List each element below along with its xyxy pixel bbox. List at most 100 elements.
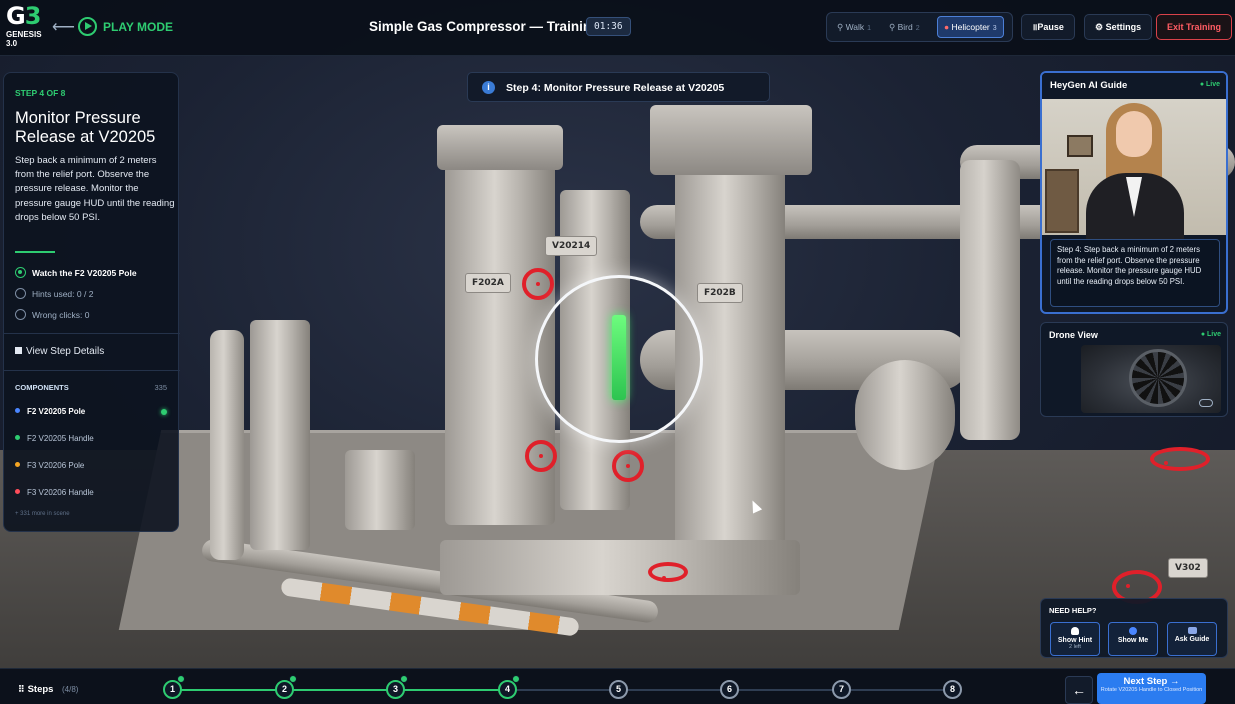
- ask-guide-label: Ask Guide: [1174, 636, 1210, 643]
- check-icon: [512, 675, 520, 683]
- show-hint-button[interactable]: Show Hint 2 left: [1050, 622, 1100, 656]
- step-node-8[interactable]: 8: [943, 680, 962, 699]
- ai-guide-video[interactable]: [1042, 99, 1226, 243]
- camera-walk-button[interactable]: ⚲ Walk 1: [831, 16, 877, 38]
- task-item: Watch the F2 V20205 Pole: [15, 267, 137, 278]
- steps-count: (4/8): [62, 685, 79, 694]
- step-banner-text: Step 4: Monitor Pressure Release at V202…: [506, 82, 725, 94]
- step-panel: STEP 4 OF 8 Monitor Pressure Release at …: [3, 72, 180, 532]
- step-node-7[interactable]: 7: [832, 680, 851, 699]
- vessel-flange: [650, 105, 812, 175]
- camera-bird-key: 2: [915, 25, 920, 32]
- steps-bar: ⠿ Steps (4/8) 1 2 3 4 5 6 7 8: [0, 668, 1235, 704]
- step-node-6[interactable]: 6: [720, 680, 739, 699]
- ai-guide-panel: HeyGen AI Guide ● Live Step 4: Step back…: [1040, 71, 1228, 314]
- logo-sub-version: 3.0: [6, 39, 18, 48]
- check-icon: [400, 675, 408, 683]
- valve-handle[interactable]: [522, 268, 554, 300]
- valve-handle[interactable]: [612, 450, 644, 482]
- wrong-clicks: Wrong clicks: 0: [15, 309, 89, 320]
- step-number: 5: [615, 684, 621, 694]
- settings-button[interactable]: ⚙ Settings: [1084, 14, 1153, 40]
- session-timer: 01:36: [586, 17, 631, 36]
- valve-handle[interactable]: [525, 440, 557, 472]
- step-node-3[interactable]: 3: [386, 675, 408, 699]
- lightbulb-icon: [1071, 627, 1079, 635]
- logo-letter: G: [6, 2, 26, 30]
- valve-handle[interactable]: [1150, 447, 1210, 471]
- help-panel: NEED HELP? Show Hint 2 left Show Me Ask …: [1040, 598, 1228, 658]
- divider: [15, 251, 55, 253]
- divider: [4, 370, 180, 371]
- step-node-2[interactable]: 2: [275, 675, 297, 699]
- component-item[interactable]: F2 V20205 Pole: [15, 407, 85, 416]
- check-icon: [289, 675, 297, 683]
- drone-view-panel: Drone View ● Live: [1040, 322, 1228, 417]
- ask-guide-button[interactable]: Ask Guide: [1167, 622, 1217, 656]
- scene-pipe: [210, 330, 244, 560]
- hints-used: Hints used: 0 / 2: [15, 288, 93, 299]
- genesis-logo: G3 GENESIS 3.0: [6, 2, 42, 48]
- logo-sub-genesis: GENESIS: [6, 30, 42, 39]
- hints-used-label: Hints used: 0 / 2: [32, 289, 94, 299]
- valve-handle[interactable]: [648, 562, 688, 582]
- component-item[interactable]: F3 V20206 Handle: [15, 488, 94, 497]
- drone-video[interactable]: [1081, 345, 1221, 413]
- step-number: 4: [504, 684, 510, 694]
- tag-f202b: F202B: [697, 283, 743, 303]
- gauge-box: [345, 450, 415, 530]
- scene-pipe: [960, 160, 1020, 440]
- camera-mode-group: ⚲ Walk 1 ⚲ Bird 2 ● Helicopter 3: [826, 12, 1013, 42]
- pause-button[interactable]: ॥Pause: [1021, 14, 1075, 40]
- component-dot-icon: [15, 489, 20, 494]
- step-description: Step back a minimum of 2 meters from the…: [15, 155, 175, 223]
- back-arrow-icon[interactable]: ⟵: [52, 17, 75, 37]
- steps-label: ⠿ Steps: [18, 684, 53, 695]
- live-badge: ● Live: [1199, 81, 1220, 88]
- step-node-4[interactable]: 4: [498, 675, 520, 699]
- camera-helicopter-button[interactable]: ● Helicopter 3: [937, 16, 1004, 38]
- helicopter-icon: ●: [944, 22, 952, 32]
- eye-icon: [1129, 627, 1137, 635]
- next-step-label: Next Step →: [1123, 676, 1180, 687]
- previous-step-button[interactable]: ←: [1065, 676, 1093, 704]
- mode-label: PLAY MODE: [103, 20, 174, 34]
- scene-frame: [250, 320, 310, 550]
- details-icon: [15, 347, 22, 354]
- step-title: Monitor Pressure Release at V20205: [15, 109, 156, 146]
- top-bar: G3 GENESIS 3.0 ⟵ PLAY MODE Simple Gas Co…: [0, 0, 1235, 56]
- view-step-details-button[interactable]: View Step Details: [15, 346, 104, 357]
- pause-label: Pause: [1037, 22, 1064, 32]
- wrong-clicks-label: Wrong clicks: 0: [32, 310, 90, 320]
- radio-icon: [15, 288, 26, 299]
- exit-training-button[interactable]: Exit Training: [1156, 14, 1233, 40]
- show-me-button[interactable]: Show Me: [1108, 622, 1158, 656]
- component-item[interactable]: F3 V20206 Pole: [15, 461, 84, 470]
- camera-bird-button[interactable]: ⚲ Bird 2: [883, 16, 926, 38]
- component-dot-icon: [15, 435, 20, 440]
- chat-icon: [1187, 627, 1197, 634]
- component-label: F3 V20206 Handle: [27, 488, 94, 497]
- component-status-icon: [161, 409, 167, 415]
- step-banner: i Step 4: Monitor Pressure Release at V2…: [467, 72, 770, 102]
- view-step-details-label: View Step Details: [26, 346, 105, 357]
- next-step-button[interactable]: Next Step → Rotate V20205 Handle to Clos…: [1097, 673, 1206, 704]
- step-number: 8: [949, 684, 955, 694]
- fan-image: [1129, 349, 1187, 407]
- camera-walk-label: Walk: [845, 22, 865, 32]
- component-item[interactable]: F2 V20205 Handle: [15, 434, 94, 443]
- focus-ring: [535, 275, 703, 443]
- play-icon: [78, 17, 97, 36]
- components-count: 335: [154, 383, 167, 392]
- bird-icon: ⚲: [889, 22, 898, 32]
- step-node-1[interactable]: 1: [163, 675, 185, 699]
- show-me-label: Show Me: [1117, 637, 1149, 644]
- help-title: NEED HELP?: [1049, 606, 1097, 615]
- expand-icon[interactable]: [1199, 399, 1213, 407]
- presenter-face: [1116, 111, 1152, 157]
- step-node-5[interactable]: 5: [609, 680, 628, 699]
- camera-helicopter-key: 3: [992, 25, 997, 32]
- live-badge: ● Live: [1200, 331, 1221, 338]
- step-number: 3: [392, 684, 398, 694]
- radio-checked-icon: [15, 267, 26, 278]
